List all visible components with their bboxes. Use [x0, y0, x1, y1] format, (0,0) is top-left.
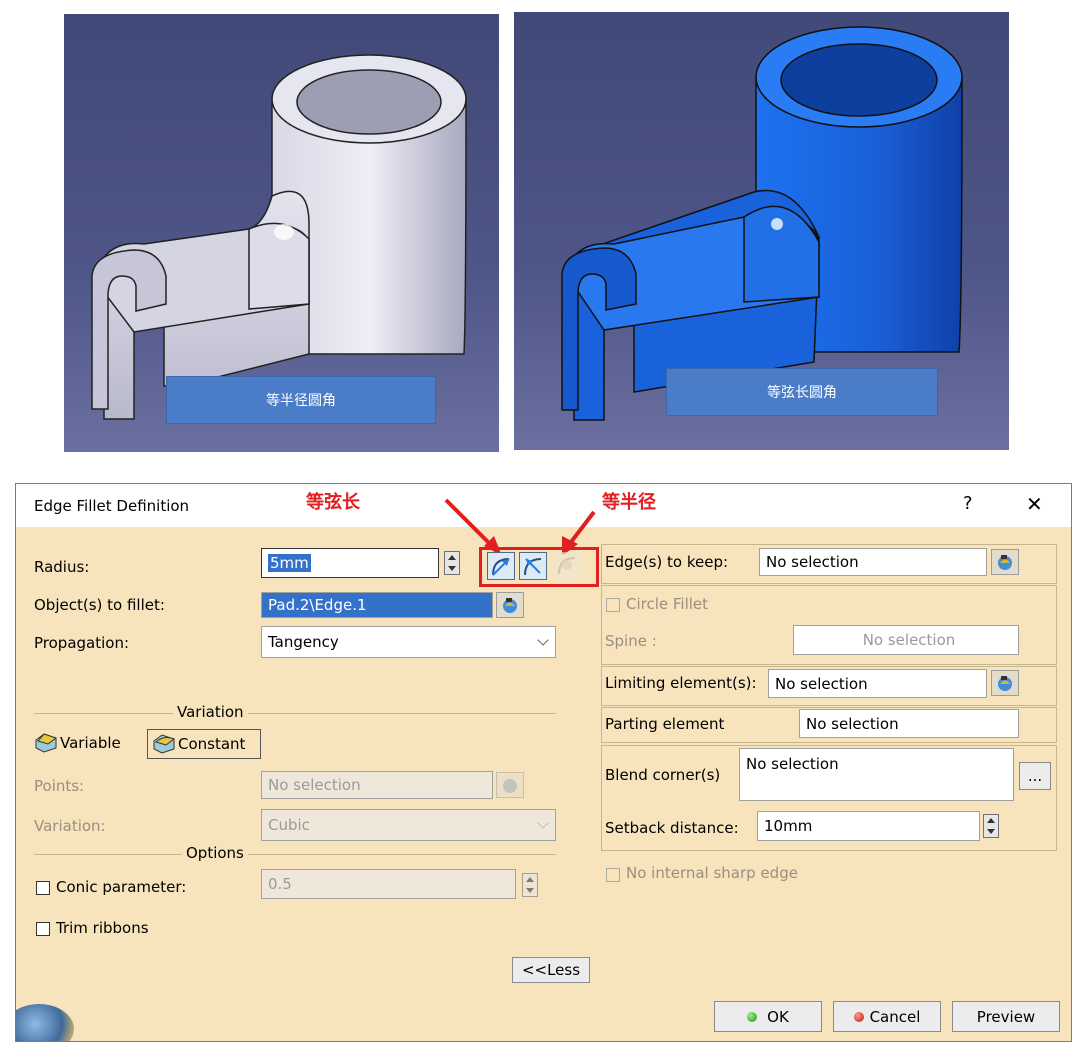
- edges-keep-value: No selection: [766, 553, 859, 571]
- ok-label: OK: [767, 1007, 789, 1026]
- help-button[interactable]: ?: [963, 493, 973, 514]
- caption-constant-chord: 等弦长圆角: [666, 368, 938, 416]
- trim-ribbons-label: Trim ribbons: [56, 919, 149, 937]
- setback-label: Setback distance:: [605, 819, 739, 837]
- variable-fillet-icon: [35, 733, 58, 753]
- conic-label: Conic parameter:: [56, 878, 187, 896]
- blend-value: No selection: [746, 755, 839, 773]
- edges-keep-input[interactable]: No selection: [759, 548, 987, 576]
- propagation-value: Tangency: [268, 633, 339, 651]
- objects-value: Pad.2\Edge.1: [268, 596, 367, 614]
- limiting-label: Limiting element(s):: [605, 674, 757, 692]
- conic-spinner: [522, 873, 538, 897]
- ok-status-icon: [747, 1011, 758, 1022]
- no-sharp-edge-checkbox: [606, 868, 620, 882]
- cancel-label: Cancel: [869, 1007, 921, 1026]
- variation-select: Cubic: [261, 809, 556, 841]
- radius-label: Radius:: [34, 558, 90, 576]
- annotation-arrows: [444, 498, 596, 554]
- viewport-constant-chord: 等弦长圆角: [514, 12, 1009, 450]
- annotation-constant-radius: 等半径: [602, 492, 656, 513]
- viewport-constant-radius: 等半径圆角: [64, 14, 499, 452]
- edges-keep-label: Edge(s) to keep:: [605, 553, 729, 571]
- variable-label: Variable: [60, 734, 121, 752]
- variation-divider: [34, 713, 556, 714]
- blend-label: Blend corner(s): [605, 766, 721, 784]
- objects-input[interactable]: Pad.2\Edge.1: [261, 592, 493, 618]
- circle-fillet-checkbox: [606, 598, 620, 612]
- radius-input[interactable]: 5mm: [261, 548, 439, 578]
- points-value: No selection: [268, 776, 361, 794]
- radius-value: 5mm: [268, 554, 311, 572]
- parting-label: Parting element: [605, 715, 725, 733]
- edge-fillet-dialog: Edge Fillet Definition 等弦长 等半径 ? ✕ Radiu…: [15, 483, 1072, 1042]
- radius-spinner[interactable]: [444, 551, 460, 575]
- preview-button[interactable]: Preview: [952, 1001, 1060, 1032]
- chevron-down-icon: [537, 634, 549, 646]
- blend-list[interactable]: No selection: [739, 748, 1014, 801]
- blend-more-button[interactable]: ...: [1019, 762, 1051, 790]
- setback-spinner[interactable]: [983, 814, 999, 838]
- parting-input[interactable]: No selection: [799, 709, 1019, 738]
- variation-label: Variation:: [34, 817, 106, 835]
- variation-section-title: Variation: [173, 703, 248, 721]
- variable-mode-icon: [554, 552, 582, 580]
- cancel-status-icon: [853, 1011, 864, 1022]
- constant-fillet-icon: [153, 734, 176, 754]
- chevron-down-icon: [537, 817, 549, 829]
- circle-fillet-label: Circle Fillet: [626, 595, 709, 613]
- options-divider: [34, 854, 556, 855]
- points-label: Points:: [34, 777, 85, 795]
- variable-radio[interactable]: Variable: [34, 732, 121, 754]
- cancel-button[interactable]: Cancel: [833, 1001, 941, 1032]
- limiting-input[interactable]: No selection: [768, 669, 987, 698]
- constant-radio[interactable]: Constant: [147, 729, 261, 759]
- less-button[interactable]: <<Less: [512, 957, 590, 983]
- objects-picker-icon[interactable]: [496, 592, 524, 618]
- objects-label: Object(s) to fillet:: [34, 596, 165, 614]
- catia-logo-icon: [16, 1004, 74, 1041]
- conic-checkbox[interactable]: [36, 881, 50, 895]
- annotation-constant-chord: 等弦长: [306, 492, 360, 513]
- ok-button[interactable]: OK: [714, 1001, 822, 1032]
- constant-label: Constant: [178, 735, 246, 753]
- conic-value: 0.5: [268, 875, 292, 893]
- edges-keep-picker-icon[interactable]: [991, 549, 1019, 575]
- points-picker-icon: [496, 772, 524, 798]
- variation-value: Cubic: [268, 816, 310, 834]
- limiting-value: No selection: [775, 674, 868, 693]
- no-sharp-edge-label: No internal sharp edge: [626, 864, 798, 882]
- points-input: No selection: [261, 771, 493, 799]
- setback-value: 10mm: [764, 817, 813, 835]
- conic-input: 0.5: [261, 869, 516, 899]
- propagation-select[interactable]: Tangency: [261, 626, 556, 658]
- trim-ribbons-checkbox[interactable]: [36, 922, 50, 936]
- caption-constant-radius: 等半径圆角: [166, 376, 436, 424]
- spine-input: No selection: [793, 625, 1019, 655]
- limiting-picker-icon[interactable]: [991, 670, 1019, 696]
- constant-chord-mode-icon[interactable]: [487, 552, 515, 580]
- options-section-title: Options: [182, 844, 248, 862]
- dialog-title: Edge Fillet Definition: [34, 497, 190, 515]
- spine-label: Spine :: [605, 632, 657, 650]
- parting-value: No selection: [806, 714, 899, 733]
- spine-value: No selection: [862, 631, 956, 649]
- setback-input[interactable]: 10mm: [757, 811, 980, 841]
- propagation-label: Propagation:: [34, 634, 130, 652]
- constant-radius-mode-icon[interactable]: [519, 552, 547, 580]
- close-button[interactable]: ✕: [1026, 492, 1043, 516]
